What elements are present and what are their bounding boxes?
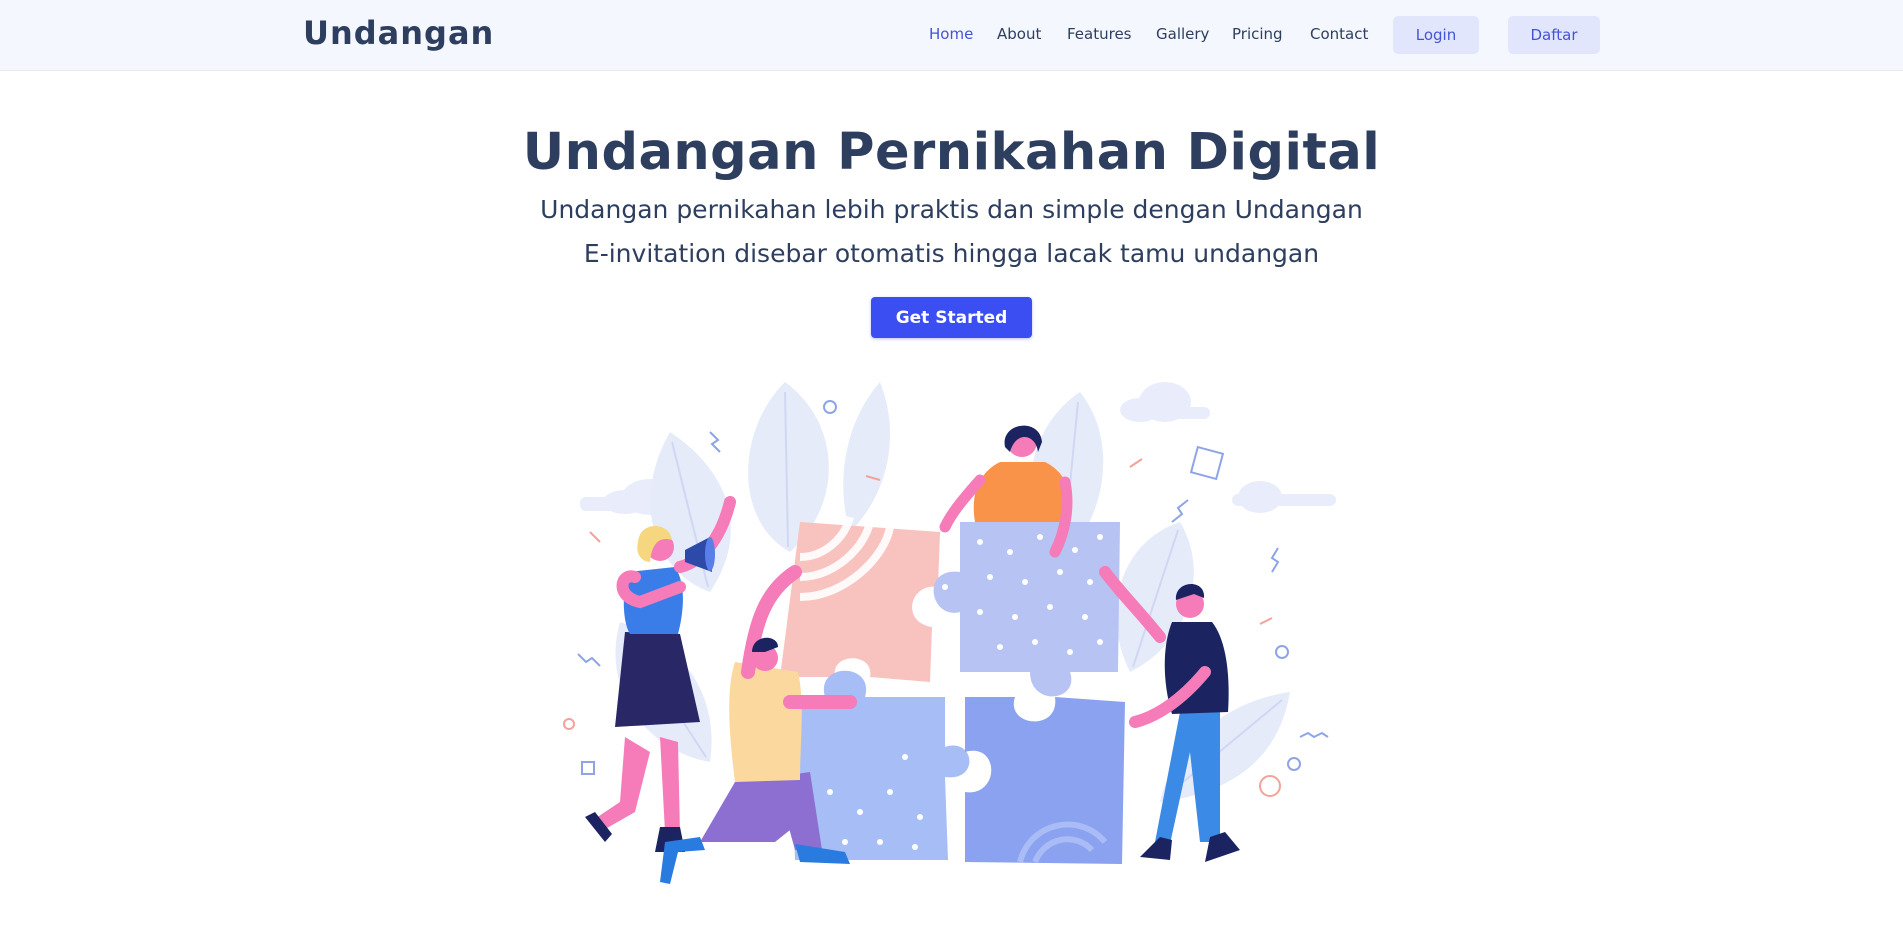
people-puzzle-illustration [563,382,1336,884]
hero-title: Undangan Pernikahan Digital [522,123,1381,182]
get-started-button[interactable]: Get Started [871,297,1032,338]
register-button[interactable]: Daftar [1508,16,1600,54]
nav-link-about[interactable]: About [997,25,1041,43]
navbar: Undangan Home About Features Gallery Pri… [0,0,1903,71]
nav-link-features[interactable]: Features [1067,25,1132,43]
puzzle-piece-pink [780,515,940,682]
puzzle-piece-dotted [933,522,1120,697]
nav-link-home[interactable]: Home [929,25,973,43]
puzzle-piece-blue [965,697,1125,864]
login-button[interactable]: Login [1393,16,1479,54]
hero-subtitle-line-2: E-invitation disebar otomatis hingga lac… [583,239,1320,268]
nav-link-contact[interactable]: Contact [1310,25,1368,43]
woman-with-megaphone-figure [585,496,736,852]
nav-link-pricing[interactable]: Pricing [1232,25,1283,43]
nav-link-gallery[interactable]: Gallery [1156,25,1209,43]
hero-subtitle-line-1: Undangan pernikahan lebih praktis dan si… [540,195,1363,224]
nav-menu: Home About Features Gallery Pricing Cont… [0,0,1903,71]
